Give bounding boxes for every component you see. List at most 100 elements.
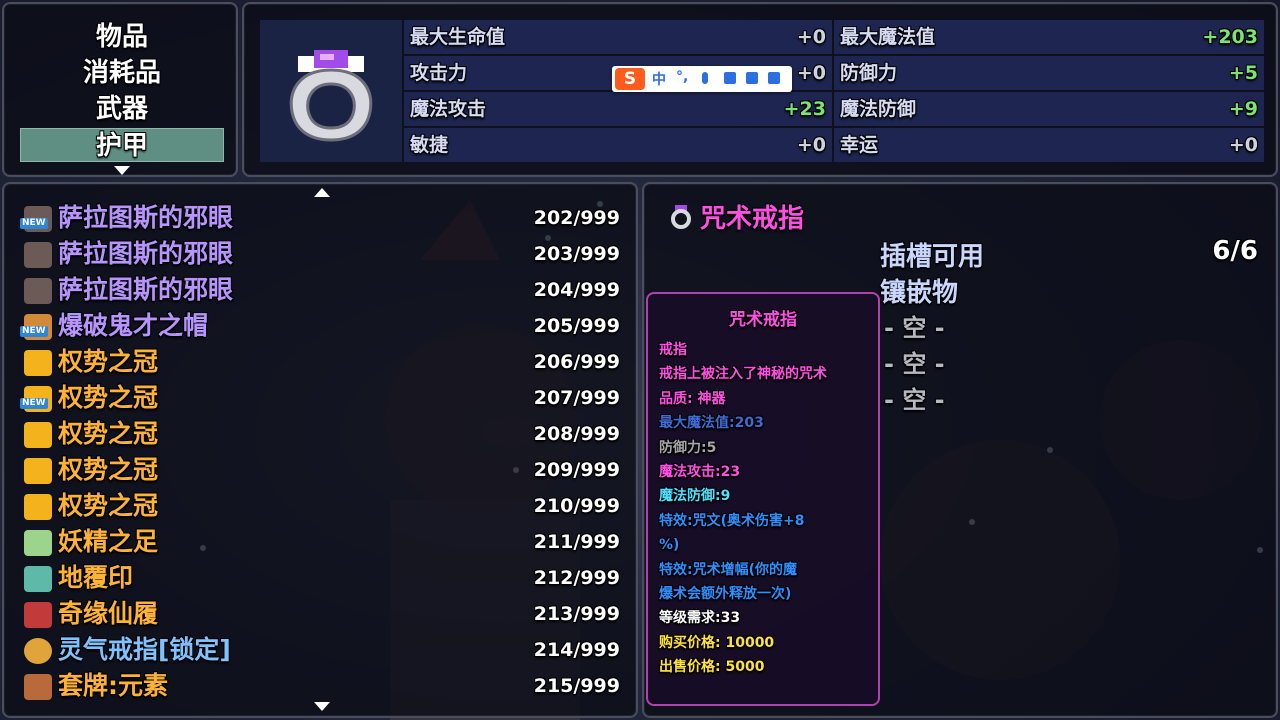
stat-max-hp: 最大生命值 +0 xyxy=(404,20,832,54)
item-quantity: 215/999 xyxy=(533,675,620,697)
list-item[interactable]: NEW 权势之冠 207/999 xyxy=(20,380,620,416)
list-item[interactable]: 萨拉图斯的邪眼 203/999 xyxy=(20,236,620,272)
new-badge: NEW xyxy=(20,218,48,229)
description-line: 购买价格: 10000 xyxy=(659,634,775,651)
evil-eye-icon xyxy=(24,242,52,268)
list-item[interactable]: 妖精之足 211/999 xyxy=(20,524,620,560)
ime-toolbar[interactable]: S 中 °, xyxy=(612,66,792,92)
toolbox-grid-icon[interactable] xyxy=(768,72,780,84)
item-name: 地覆印 xyxy=(58,563,134,592)
stat-label: 最大生命值 xyxy=(410,26,506,48)
item-name: 妖精之足 xyxy=(58,527,159,556)
ime-punct-toggle[interactable]: °, xyxy=(676,69,688,85)
category-items[interactable]: 物品 xyxy=(20,20,224,54)
stat-label: 魔法防御 xyxy=(840,98,917,120)
ime-logo-icon[interactable]: S xyxy=(615,68,645,90)
description-line: 魔法防御:9 xyxy=(659,488,731,505)
inlay-slot-1[interactable]: - 空 - xyxy=(884,308,945,343)
stat-label: 魔法攻击 xyxy=(410,98,487,120)
stat-value: +9 xyxy=(1228,98,1258,120)
item-quantity: 210/999 xyxy=(533,495,620,517)
description-line: 出售价格: 5000 xyxy=(659,659,765,676)
item-detail-window: 咒术戒指 插槽可用 6/6 镶嵌物 - 空 - - 空 - - 空 - 咒术戒指… xyxy=(642,182,1278,718)
item-quantity: 204/999 xyxy=(533,279,620,301)
new-badge: NEW xyxy=(20,398,48,409)
list-item[interactable]: 奇缘仙履 213/999 xyxy=(20,596,620,632)
stat-value: +0 xyxy=(796,62,826,84)
list-item[interactable]: 萨拉图斯的邪眼 204/999 xyxy=(20,272,620,308)
item-quantity: 213/999 xyxy=(533,603,620,625)
item-quantity: 208/999 xyxy=(533,423,620,445)
description-line: 防御力:5 xyxy=(659,439,717,456)
list-item[interactable]: 地覆印 212/999 xyxy=(20,560,620,596)
inlay-slot-3[interactable]: - 空 - xyxy=(884,380,945,415)
description-line: 等级需求:33 xyxy=(659,610,741,627)
description-line: 品质: 神器 xyxy=(659,390,726,407)
ime-mode-toggle[interactable]: 中 xyxy=(652,69,666,89)
list-item[interactable]: NEW 爆破鬼才之帽 205/999 xyxy=(20,308,620,344)
description-line: 戒指 xyxy=(659,342,687,358)
evil-eye-icon xyxy=(24,278,52,304)
microphone-icon[interactable] xyxy=(702,72,708,84)
item-name: 权势之冠 xyxy=(58,491,159,520)
list-item[interactable]: 套牌:元素 215/999 xyxy=(20,668,620,704)
keyboard-icon[interactable] xyxy=(724,72,736,84)
skin-shirt-icon[interactable] xyxy=(746,72,758,84)
item-list-window: NEW 萨拉图斯的邪眼 202/999 萨拉图斯的邪眼 203/999 萨拉图斯的邪眼 20… xyxy=(2,182,638,718)
category-consumables[interactable]: 消耗品 xyxy=(20,56,224,90)
stat-label: 敏捷 xyxy=(410,134,449,156)
list-item[interactable]: 权势之冠 208/999 xyxy=(20,416,620,452)
item-quantity: 209/999 xyxy=(533,459,620,481)
seal-icon xyxy=(24,566,52,592)
item-quantity: 205/999 xyxy=(533,315,620,337)
description-line: 戒指上被注入了神秘的咒术 xyxy=(659,366,827,383)
stat-agility: 敏捷 +0 xyxy=(404,128,832,162)
stat-value: +0 xyxy=(796,26,826,48)
item-quantity: 206/999 xyxy=(533,351,620,373)
item-preview xyxy=(260,20,402,162)
item-name: 套牌:元素 xyxy=(58,671,168,700)
item-name: 权势之冠 xyxy=(58,419,159,448)
list-item[interactable]: 权势之冠 210/999 xyxy=(20,488,620,524)
scroll-down-arrow-icon[interactable] xyxy=(314,702,330,711)
stat-luck: 幸运 +0 xyxy=(834,128,1264,162)
category-armor[interactable]: 护甲 xyxy=(20,128,224,162)
stat-magic-attack: 魔法攻击 +23 xyxy=(404,92,832,126)
description-line: 特效:咒文(奥术伤害+8 xyxy=(659,512,805,529)
stat-label: 幸运 xyxy=(840,134,879,156)
ring-icon xyxy=(24,638,52,664)
description-title: 咒术戒指 xyxy=(729,310,797,330)
list-item[interactable]: 灵气戒指[锁定] 214/999 xyxy=(20,632,620,668)
ring-preview-icon xyxy=(289,50,373,142)
shoe-icon xyxy=(24,602,52,628)
stat-label: 攻击力 xyxy=(410,62,468,84)
description-line: 魔法攻击:23 xyxy=(659,464,741,480)
item-quantity: 211/999 xyxy=(533,531,620,553)
description-line: 最大魔法值:203 xyxy=(659,415,764,432)
stat-value: +203 xyxy=(1202,26,1258,48)
ring-icon xyxy=(671,205,691,229)
list-item[interactable]: NEW 萨拉图斯的邪眼 202/999 xyxy=(20,200,620,236)
scroll-up-arrow-icon[interactable] xyxy=(314,188,330,197)
item-name: 萨拉图斯的邪眼 xyxy=(58,275,234,304)
slots-available-label: 插槽可用 xyxy=(880,242,985,272)
item-name: 爆破鬼才之帽 xyxy=(58,311,209,340)
list-item[interactable]: 权势之冠 206/999 xyxy=(20,344,620,380)
crown-icon xyxy=(24,422,52,448)
category-weapons[interactable]: 武器 xyxy=(20,92,224,126)
item-description-tooltip: 咒术戒指 戒指戒指上被注入了神秘的咒术 品质: 神器最大魔法值:203 防御力:5 魔… xyxy=(646,292,880,706)
description-line: %) xyxy=(659,537,680,554)
item-name: 灵气戒指[锁定] xyxy=(58,635,231,664)
item-quantity: 203/999 xyxy=(533,243,620,265)
item-quantity: 207/999 xyxy=(533,387,620,409)
stat-value: +0 xyxy=(796,134,826,156)
list-item[interactable]: 权势之冠 209/999 xyxy=(20,452,620,488)
scroll-down-arrow-icon[interactable] xyxy=(114,166,130,175)
item-quantity: 214/999 xyxy=(533,639,620,661)
inlay-slot-2[interactable]: - 空 - xyxy=(884,344,945,379)
stat-defense: 防御力 +5 xyxy=(834,56,1264,90)
card-deck-icon xyxy=(24,674,52,700)
item-name: 权势之冠 xyxy=(58,383,159,412)
stat-label: 防御力 xyxy=(840,62,898,84)
stat-magic-defense: 魔法防御 +9 xyxy=(834,92,1264,126)
